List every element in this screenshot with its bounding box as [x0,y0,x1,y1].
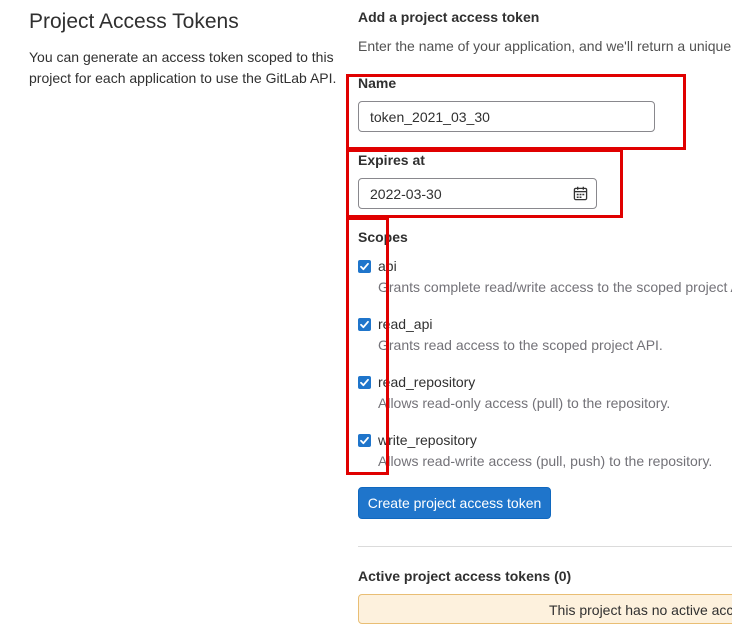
settings-sidebar: Project Access Tokens You can generate a… [29,8,339,89]
scope-read-api-checkbox[interactable] [358,318,371,331]
name-input[interactable] [358,101,655,132]
scope-write-repository-checkbox[interactable] [358,434,371,447]
form-help-text: Enter the name of your application, and … [358,38,732,54]
scope-write-repository-description: Allows read-write access (pull, push) to… [378,453,713,469]
expires-date-picker[interactable] [358,178,597,209]
scope-api-label[interactable]: api [378,258,397,274]
scope-read-repository-checkbox[interactable] [358,376,371,389]
checkmark-icon [360,436,369,445]
scope-read-api-description: Grants read access to the scoped project… [378,337,663,353]
scope-api-description: Grants complete read/write access to the… [378,279,732,295]
create-token-button[interactable]: Create project access token [358,487,551,519]
page-description: You can generate an access token scoped … [29,49,337,86]
active-tokens-heading: Active project access tokens (0) [358,568,572,584]
checkmark-icon [360,262,369,271]
scope-api-checkbox[interactable] [358,260,371,273]
name-label: Name [358,75,397,91]
scope-read-repository-label[interactable]: read_repository [378,374,475,390]
empty-tokens-notice: This project has no active acce [358,594,732,624]
scope-read-repository-description: Allows read-only access (pull) to the re… [378,395,671,411]
expires-label: Expires at [358,152,425,168]
scope-write-repository-label[interactable]: write_repository [378,432,477,448]
expires-input[interactable] [359,179,581,208]
scope-read-api-label[interactable]: read_api [378,316,433,332]
token-form: Add a project access token Enter the nam… [358,0,732,641]
empty-tokens-notice-text: This project has no active acce [549,602,732,618]
checkmark-icon [360,320,369,329]
form-heading: Add a project access token [358,9,540,25]
calendar-icon[interactable] [573,186,588,201]
checkmark-icon [360,378,369,387]
section-divider [358,546,732,547]
page-title: Project Access Tokens [29,10,239,33]
scopes-label: Scopes [358,229,408,245]
